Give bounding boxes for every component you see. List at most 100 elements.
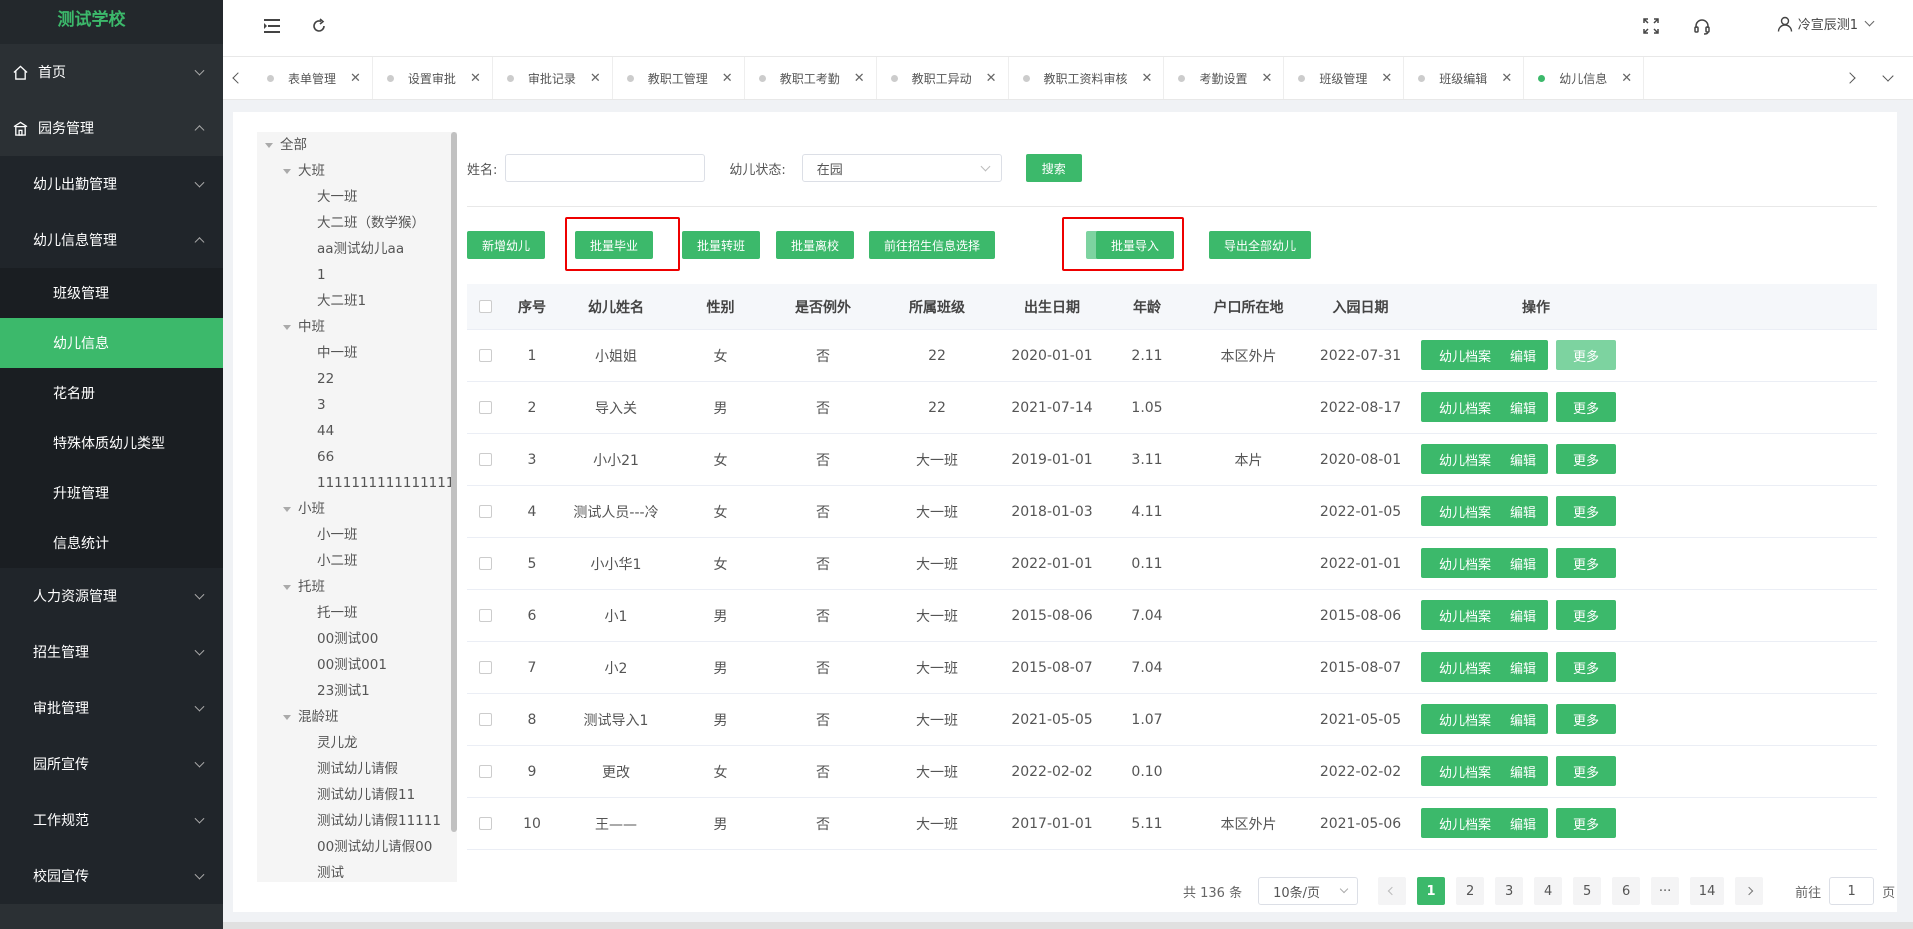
page-button[interactable]: 3 (1495, 877, 1524, 905)
tree-node[interactable]: 00测试00 (257, 626, 457, 652)
close-icon[interactable]: ✕ (1381, 71, 1392, 86)
tree-node[interactable]: 小一班 (257, 522, 457, 548)
batch-transfer-button[interactable]: 批量转班 (682, 231, 761, 259)
more-button[interactable]: 更多 (1556, 756, 1616, 786)
name-input[interactable] (505, 154, 706, 182)
search-button[interactable]: 搜索 (1025, 154, 1082, 182)
fullscreen-icon[interactable] (1641, 16, 1661, 36)
tab-item[interactable]: 教职工管理 ✕ (613, 57, 745, 99)
sidebar-item[interactable]: 花名册 (0, 368, 223, 418)
caret-down-icon[interactable] (283, 324, 291, 330)
checkbox[interactable] (479, 661, 492, 674)
edit-button[interactable]: 编辑 (1498, 600, 1548, 630)
sidebar-item[interactable]: 园所宣传 (0, 736, 223, 792)
child-archive-button[interactable]: 幼儿档案 (1421, 600, 1509, 630)
row-checkbox-cell[interactable] (467, 642, 504, 693)
row-checkbox-cell[interactable] (467, 330, 504, 381)
caret-down-icon[interactable] (283, 584, 291, 590)
edit-button[interactable]: 编辑 (1498, 340, 1548, 370)
checkbox[interactable] (479, 401, 492, 414)
more-button[interactable]: 更多 (1556, 496, 1616, 526)
tab-menu-button[interactable] (1873, 57, 1903, 99)
tree-node[interactable]: 大二班1 (257, 288, 457, 314)
tree-node[interactable]: 测试幼儿请假 (257, 756, 457, 782)
tab-item[interactable]: 幼儿信息 ✕ (1524, 57, 1645, 99)
headset-icon[interactable] (1692, 16, 1712, 36)
user-menu[interactable]: 冷宣辰测1 (1777, 14, 1875, 33)
enrollment-select-button[interactable]: 前往招生信息选择 (869, 231, 996, 259)
tree-node[interactable]: 混龄班 (257, 704, 457, 730)
tab-item[interactable]: 教职工考勤 ✕ (745, 57, 877, 99)
close-icon[interactable]: ✕ (1261, 71, 1272, 86)
tree-node[interactable]: 托班 (257, 574, 457, 600)
caret-down-icon[interactable] (283, 506, 291, 512)
edit-button[interactable]: 编辑 (1498, 808, 1548, 838)
tab-item[interactable]: 考勤设置 ✕ (1164, 57, 1285, 99)
tree-node[interactable]: 中班 (257, 314, 457, 340)
child-archive-button[interactable]: 幼儿档案 (1421, 756, 1509, 786)
close-icon[interactable]: ✕ (590, 71, 601, 86)
add-child-button[interactable]: 新增幼儿 (467, 231, 546, 259)
tree-node[interactable]: 小班 (257, 496, 457, 522)
edit-button[interactable]: 编辑 (1498, 392, 1548, 422)
row-checkbox-cell[interactable] (467, 798, 504, 849)
more-button[interactable]: 更多 (1556, 652, 1616, 682)
tab-item[interactable]: 班级管理 ✕ (1284, 57, 1405, 99)
checkbox[interactable] (479, 505, 492, 518)
row-checkbox-cell[interactable] (467, 694, 504, 745)
tree-node[interactable]: 中一班 (257, 340, 457, 366)
bottom-scrollbar[interactable] (223, 922, 1913, 929)
sidebar-item[interactable]: 幼儿信息 (0, 318, 223, 368)
child-archive-button[interactable]: 幼儿档案 (1421, 548, 1509, 578)
more-button[interactable]: 更多 (1556, 808, 1616, 838)
batch-leave-button[interactable]: 批量离校 (776, 231, 855, 259)
edit-button[interactable]: 编辑 (1498, 548, 1548, 578)
caret-down-icon[interactable] (265, 142, 273, 148)
tree-node[interactable]: 3 (257, 392, 457, 418)
checkbox[interactable] (479, 349, 492, 362)
row-checkbox-cell[interactable] (467, 590, 504, 641)
caret-down-icon[interactable] (283, 168, 291, 174)
tab-item[interactable]: 教职工异动 ✕ (877, 57, 1009, 99)
select-all-checkbox[interactable] (467, 284, 504, 329)
tree-node[interactable]: 小二班 (257, 548, 457, 574)
tree-node[interactable]: 1111111111111111 (257, 470, 457, 496)
tree-node[interactable]: 大一班 (257, 184, 457, 210)
page-button[interactable]: 5 (1573, 877, 1602, 905)
child-archive-button[interactable]: 幼儿档案 (1421, 808, 1509, 838)
tree-node[interactable]: 测试幼儿请假11111 (257, 808, 457, 834)
child-archive-button[interactable]: 幼儿档案 (1421, 652, 1509, 682)
tab-scroll-left-button[interactable] (223, 57, 253, 99)
sidebar-item[interactable]: 首页 (0, 44, 223, 100)
child-archive-button[interactable]: 幼儿档案 (1421, 704, 1509, 734)
refresh-icon[interactable] (309, 16, 329, 36)
edit-button[interactable]: 编辑 (1498, 652, 1548, 682)
child-archive-button[interactable]: 幼儿档案 (1421, 392, 1509, 422)
tree-node[interactable]: 托一班 (257, 600, 457, 626)
sidebar-item[interactable]: 特殊体质幼儿类型 (0, 418, 223, 468)
page-button[interactable]: 4 (1534, 877, 1563, 905)
tree-node[interactable]: 测试 (257, 860, 457, 882)
row-checkbox-cell[interactable] (467, 434, 504, 485)
edit-button[interactable]: 编辑 (1498, 496, 1548, 526)
more-button[interactable]: 更多 (1556, 392, 1616, 422)
tree-node[interactable]: 00测试001 (257, 652, 457, 678)
page-button[interactable]: 2 (1456, 877, 1485, 905)
status-select[interactable]: 在园 (801, 154, 1002, 182)
close-icon[interactable]: ✕ (1621, 71, 1632, 86)
sidebar-item[interactable]: 审批管理 (0, 680, 223, 736)
tree-node[interactable]: 66 (257, 444, 457, 470)
tree-node[interactable]: 44 (257, 418, 457, 444)
sidebar-item[interactable]: 校园宣传 (0, 848, 223, 904)
sidebar-item[interactable]: 幼儿出勤管理 (0, 156, 223, 212)
row-checkbox-cell[interactable] (467, 486, 504, 537)
checkbox[interactable] (479, 453, 492, 466)
page-size-select[interactable]: 10条/页 (1258, 877, 1359, 905)
tab-item[interactable]: 教职工资料审核 ✕ (1009, 57, 1165, 99)
sidebar-item[interactable]: 信息统计 (0, 518, 223, 568)
more-button[interactable]: 更多 (1556, 340, 1616, 370)
child-archive-button[interactable]: 幼儿档案 (1421, 444, 1509, 474)
checkbox[interactable] (479, 300, 492, 313)
row-checkbox-cell[interactable] (467, 382, 504, 433)
close-icon[interactable]: ✕ (470, 71, 481, 86)
